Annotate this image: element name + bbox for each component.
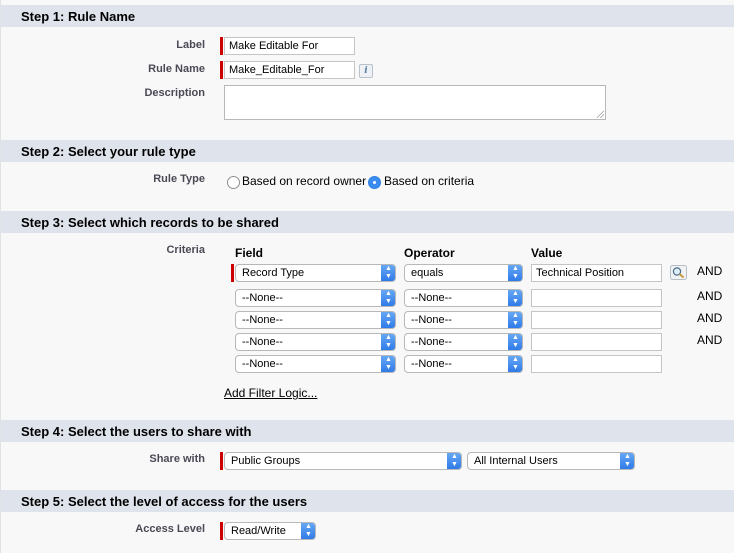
description-textarea[interactable] — [224, 85, 606, 120]
up-down-chevron-icon: ▲ ▼ — [381, 265, 395, 281]
label-input[interactable]: Make Editable For — [224, 37, 355, 55]
field-select-value: Record Type — [242, 267, 305, 279]
step5-header: Step 5: Select the level of access for t… — [1, 490, 734, 512]
conjunction-label: AND — [697, 311, 723, 325]
radio-criteria-label: Based on criteria — [384, 174, 475, 188]
field-select[interactable]: --None-- ▲ ▼ — [235, 355, 396, 373]
field-select[interactable]: --None-- ▲ ▼ — [235, 289, 396, 307]
conjunction-label: AND — [697, 333, 723, 347]
required-marker — [231, 264, 234, 282]
up-down-chevron-icon: ▲ ▼ — [508, 334, 522, 350]
description-label: Description — [144, 87, 205, 99]
up-down-chevron-icon: ▲ ▼ — [381, 334, 395, 350]
up-down-chevron-icon: ▲ ▼ — [620, 453, 634, 469]
add-filter-logic-link[interactable]: Add Filter Logic... — [224, 386, 317, 400]
step3-header: Step 3: Select which records to be share… — [1, 211, 734, 233]
sharing-rule-form: Step 1: Rule Name Label Make Editable Fo… — [0, 0, 734, 553]
radio-record-owner-label: Based on record owner — [242, 174, 367, 188]
operator-select[interactable]: equals ▲ ▼ — [404, 264, 523, 282]
step2-header: Step 2: Select your rule type — [1, 140, 734, 162]
step4-header: Step 4: Select the users to share with — [1, 420, 734, 442]
magnifier-icon[interactable] — [670, 265, 687, 280]
up-down-chevron-icon: ▲ ▼ — [381, 312, 395, 328]
operator-select[interactable]: --None-- ▲ ▼ — [404, 289, 523, 307]
value-input[interactable] — [531, 333, 662, 351]
value-input[interactable] — [531, 311, 662, 329]
field-select-value: --None-- — [242, 292, 283, 304]
required-marker — [220, 522, 223, 540]
operator-select-value: --None-- — [411, 292, 452, 304]
field-select[interactable]: --None-- ▲ ▼ — [235, 333, 396, 351]
info-icon[interactable]: i — [359, 64, 373, 78]
up-down-chevron-icon: ▲ ▼ — [508, 265, 522, 281]
field-select-value: --None-- — [242, 314, 283, 326]
operator-select-value: --None-- — [411, 358, 452, 370]
field-column-header: Field — [235, 246, 264, 260]
conjunction-label: AND — [697, 289, 723, 303]
field-select[interactable]: Record Type ▲ ▼ — [235, 264, 396, 282]
step1-header: Step 1: Rule Name — [1, 5, 734, 27]
up-down-chevron-icon: ▲ ▼ — [508, 290, 522, 306]
field-select-value: --None-- — [242, 358, 283, 370]
up-down-chevron-icon: ▲ ▼ — [508, 312, 522, 328]
up-down-chevron-icon: ▲ ▼ — [508, 356, 522, 372]
value-column-header: Value — [531, 246, 563, 260]
up-down-chevron-icon: ▲ ▼ — [381, 290, 395, 306]
share-target-select[interactable]: All Internal Users ▲ ▼ — [467, 452, 635, 470]
operator-column-header: Operator — [404, 246, 455, 260]
share-target-value: All Internal Users — [474, 455, 558, 467]
access-level-label: Access Level — [135, 523, 205, 535]
share-type-select[interactable]: Public Groups ▲ ▼ — [224, 452, 462, 470]
label-label: Label — [176, 39, 205, 51]
rule-name-input[interactable]: Make_Editable_For — [224, 61, 355, 79]
radio-record-owner[interactable] — [227, 176, 240, 189]
access-level-value: Read/Write — [231, 525, 286, 537]
radio-criteria[interactable] — [368, 176, 381, 189]
up-down-chevron-icon: ▲ ▼ — [447, 453, 461, 469]
field-select-value: --None-- — [242, 336, 283, 348]
conjunction-label: AND — [697, 264, 723, 278]
value-input[interactable]: Technical Position — [531, 264, 662, 282]
share-with-label: Share with — [149, 453, 205, 465]
operator-select-value: equals — [411, 267, 444, 279]
operator-select[interactable]: --None-- ▲ ▼ — [404, 333, 523, 351]
criteria-label: Criteria — [166, 244, 205, 256]
operator-select[interactable]: --None-- ▲ ▼ — [404, 311, 523, 329]
required-marker — [220, 61, 223, 79]
value-input[interactable] — [531, 289, 662, 307]
rule-type-label: Rule Type — [153, 173, 205, 185]
rule-name-label: Rule Name — [148, 63, 205, 75]
operator-select[interactable]: --None-- ▲ ▼ — [404, 355, 523, 373]
up-down-chevron-icon: ▲ ▼ — [301, 523, 315, 539]
operator-select-value: --None-- — [411, 314, 452, 326]
share-type-value: Public Groups — [231, 455, 301, 467]
field-select[interactable]: --None-- ▲ ▼ — [235, 311, 396, 329]
access-level-select[interactable]: Read/Write ▲ ▼ — [224, 522, 316, 540]
required-marker — [220, 37, 223, 55]
required-marker — [220, 452, 223, 470]
resize-grip-icon[interactable] — [597, 111, 604, 118]
up-down-chevron-icon: ▲ ▼ — [381, 356, 395, 372]
operator-select-value: --None-- — [411, 336, 452, 348]
value-input[interactable] — [531, 355, 662, 373]
